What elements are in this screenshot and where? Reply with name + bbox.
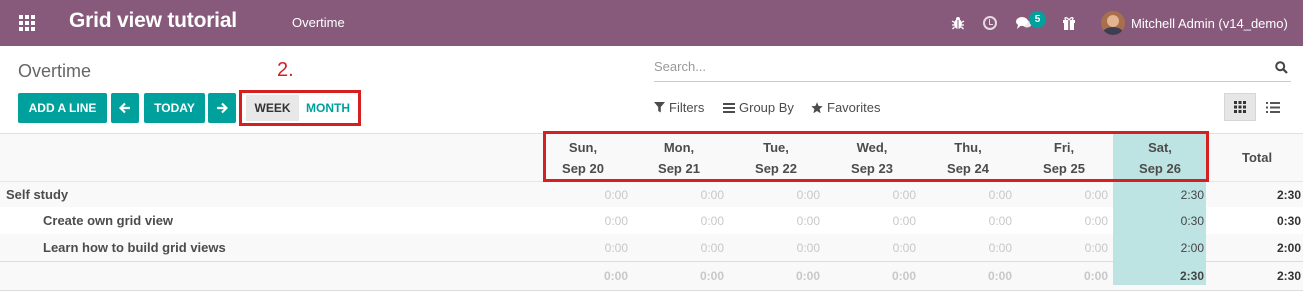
- today-button[interactable]: TODAY: [144, 93, 205, 123]
- gift-icon[interactable]: [1060, 13, 1078, 33]
- column-total: 0:00: [699, 269, 724, 283]
- breadcrumb: Overtime: [18, 61, 92, 81]
- group-by-icon: [723, 102, 735, 113]
- grid-cell[interactable]: 0:00: [924, 214, 1012, 228]
- total-column-header: Total: [1242, 150, 1273, 165]
- filters-label: Filters: [669, 100, 705, 115]
- favorites-dropdown[interactable]: Favorites: [811, 100, 880, 115]
- column-total: 0:00: [603, 269, 628, 283]
- grid-cell[interactable]: 0:00: [828, 241, 916, 255]
- grid-view-icon: [1234, 101, 1246, 113]
- grid-cell: 0:00: [604, 188, 628, 202]
- list-view-icon: [1266, 101, 1280, 113]
- grid-cell: 0:00: [700, 188, 724, 202]
- app-brand[interactable]: Grid view tutorial: [69, 9, 237, 33]
- filters-dropdown[interactable]: Filters: [654, 100, 704, 115]
- filter-icon: [654, 102, 665, 113]
- grid-view-switch[interactable]: [1224, 93, 1256, 121]
- apps-menu-icon[interactable]: [18, 14, 36, 32]
- add-line-button[interactable]: ADD A LINE: [18, 93, 107, 123]
- star-icon: [811, 101, 823, 114]
- row-label-learn-grid-views: Learn how to build grid views: [43, 240, 226, 255]
- list-view-switch[interactable]: [1257, 93, 1289, 121]
- bug-icon[interactable]: [950, 13, 966, 33]
- range-selector-highlight: WEEK MONTH: [239, 90, 361, 126]
- annotation-step-2: 2.: [277, 59, 294, 81]
- next-button[interactable]: [208, 93, 236, 123]
- grid-cell[interactable]: 0:00: [732, 214, 820, 228]
- grid-cell[interactable]: 0:00: [540, 214, 628, 228]
- month-range-button[interactable]: MONTH: [299, 95, 357, 121]
- activity-clock-icon[interactable]: [981, 13, 999, 33]
- row-label-self-study: Self study: [6, 187, 69, 202]
- grid-cell[interactable]: 0:00: [636, 214, 724, 228]
- top-navbar: Grid view tutorial Overtime 5 Mitchell A…: [0, 0, 1303, 46]
- grid-cell: 0:00: [796, 188, 820, 202]
- week-range-button[interactable]: WEEK: [246, 95, 299, 121]
- row-total: 2:30: [1276, 188, 1301, 202]
- grid-cell[interactable]: 0:00: [1020, 214, 1108, 228]
- column-total: 0:00: [1083, 269, 1108, 283]
- search-bar: [654, 57, 1291, 82]
- grand-total: 2:30: [1276, 269, 1301, 283]
- group-by-dropdown[interactable]: Group By: [723, 100, 794, 115]
- grid-cell: 0:00: [1084, 188, 1108, 202]
- grid-cell[interactable]: 0:00: [1020, 241, 1108, 255]
- search-input[interactable]: [654, 59, 1254, 74]
- user-avatar[interactable]: [1101, 11, 1125, 35]
- row-label-create-own-grid-view: Create own grid view: [43, 213, 174, 228]
- menu-item-overtime[interactable]: Overtime: [292, 15, 345, 30]
- arrow-left-icon: [119, 102, 130, 114]
- grid-cell[interactable]: 0:00: [924, 241, 1012, 255]
- grid-cell[interactable]: 2:00: [1116, 241, 1204, 255]
- group-by-label: Group By: [739, 100, 794, 115]
- user-menu[interactable]: Mitchell Admin (v14_demo): [1131, 16, 1288, 31]
- column-total: 0:00: [795, 269, 820, 283]
- previous-button[interactable]: [111, 93, 139, 123]
- grid-cell: 0:00: [988, 188, 1012, 202]
- row-total: 2:00: [1276, 241, 1301, 255]
- grid-cell[interactable]: 0:00: [732, 241, 820, 255]
- favorites-label: Favorites: [827, 100, 881, 115]
- message-count-badge: 5: [1029, 11, 1046, 28]
- grid-cell: 0:00: [892, 188, 916, 202]
- grid-cell[interactable]: 0:00: [636, 241, 724, 255]
- column-total: 0:00: [987, 269, 1012, 283]
- column-total: 0:00: [891, 269, 916, 283]
- day-headers-highlight: [543, 131, 1209, 182]
- column-total: 2:30: [1179, 269, 1204, 283]
- row-total: 0:30: [1276, 214, 1301, 228]
- search-icon[interactable]: [1275, 61, 1288, 74]
- arrow-right-icon: [217, 102, 228, 114]
- grid-cell: 2:30: [1180, 188, 1204, 202]
- grid-cell[interactable]: 0:00: [540, 241, 628, 255]
- grid-cell[interactable]: 0:00: [828, 214, 916, 228]
- grid-cell[interactable]: 0:30: [1116, 214, 1204, 228]
